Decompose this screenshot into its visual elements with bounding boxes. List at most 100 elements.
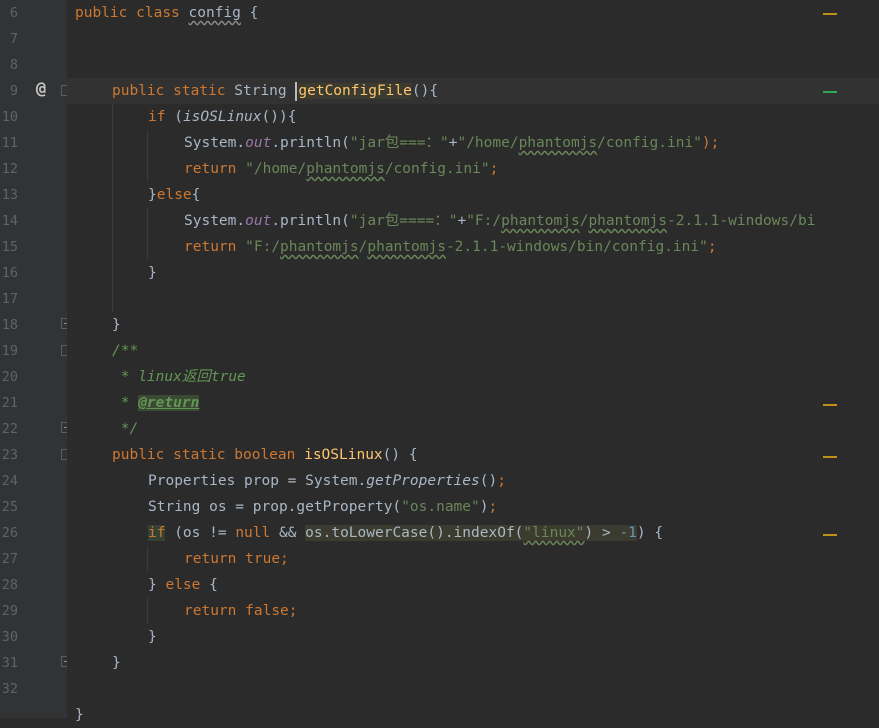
code-line[interactable]: if (os != null && os.toLowerCase().index… xyxy=(67,520,879,546)
line-number: 19 xyxy=(1,343,18,359)
line-number: 24 xyxy=(1,473,18,489)
keyword: class xyxy=(136,5,180,21)
code-line[interactable]: } else { xyxy=(67,572,879,598)
code-line[interactable]: public static boolean isOSLinux() { xyxy=(67,442,879,468)
keyword: public xyxy=(112,447,165,463)
code-line[interactable]: /** xyxy=(67,338,879,364)
string-literal: "F:/ xyxy=(466,213,502,229)
brace: { xyxy=(191,187,201,203)
code-line-current[interactable]: public static String getConfigFile(){ xyxy=(67,78,879,104)
line-number: 17 xyxy=(1,291,18,307)
code-text: System. xyxy=(184,135,246,151)
override-icon[interactable]: @ xyxy=(31,79,51,99)
brace: } xyxy=(75,707,84,723)
code-text: Properties prop = System. xyxy=(148,473,367,489)
code-line[interactable]: return "/home/phantomjs/config.ini"; xyxy=(67,156,879,182)
method-call: isOSLinux xyxy=(182,109,262,125)
doc-comment: */ xyxy=(112,421,139,437)
code-area[interactable]: public class config { public static Stri… xyxy=(67,0,879,723)
line-number: 25 xyxy=(1,499,18,515)
line-number: 29 xyxy=(1,603,18,619)
string-literal: phantomjs xyxy=(280,239,359,255)
code-line[interactable]: }else{ xyxy=(67,182,879,208)
keyword: if xyxy=(148,525,166,541)
code-text: (os != xyxy=(165,525,236,541)
code-line[interactable]: System.out.println("jar包===："+"/home/pha… xyxy=(67,130,879,156)
static-field: out xyxy=(245,135,272,151)
line-number: 28 xyxy=(1,577,18,593)
code-text: (){ xyxy=(411,83,439,99)
class-name: config xyxy=(188,5,241,21)
code-text: ; xyxy=(488,499,498,515)
code-line[interactable]: * @return xyxy=(67,390,879,416)
ok-marker[interactable] xyxy=(823,91,837,93)
code-line[interactable]: return "F:/phantomjs/phantomjs-2.1.1-win… xyxy=(67,234,879,260)
code-line[interactable]: System.out.println("jar包====："+"F:/phant… xyxy=(67,208,879,234)
code-line[interactable]: } xyxy=(67,702,879,723)
code-line[interactable]: */ xyxy=(67,416,879,442)
code-text: ; xyxy=(497,473,506,489)
string-literal: phantomjs xyxy=(518,135,598,151)
line-number: 20 xyxy=(1,369,18,385)
warning-marker[interactable] xyxy=(823,404,837,406)
line-number: 9 xyxy=(9,83,18,99)
line-number: 13 xyxy=(1,187,18,203)
keyword: true xyxy=(245,551,281,567)
code-line[interactable]: } xyxy=(67,260,879,286)
brace: } xyxy=(112,655,121,671)
line-number: 11 xyxy=(1,135,18,151)
string-literal: "linux" xyxy=(523,525,585,541)
line-number: 26 xyxy=(1,525,18,541)
string-literal: "os.name" xyxy=(401,499,480,515)
line-number: 8 xyxy=(9,57,18,73)
static-field: out xyxy=(245,213,272,229)
code-text: () { xyxy=(382,447,418,463)
method-name: isOSLinux xyxy=(304,447,383,463)
line-number: 7 xyxy=(9,31,18,47)
keyword: static xyxy=(173,83,226,99)
line-number: 18 xyxy=(1,317,18,333)
code-text: .println( xyxy=(271,135,350,151)
code-text: System. xyxy=(184,213,246,229)
string-literal: -2.1.1-windows/bin/config.ini" xyxy=(445,239,708,255)
string-literal: "jar包===：" xyxy=(349,135,449,151)
code-line[interactable]: * linux返回true xyxy=(67,364,879,390)
keyword: else xyxy=(156,187,192,203)
line-number: 21 xyxy=(1,395,18,411)
string-literal: -2.1.1-windows/bi xyxy=(667,213,816,229)
string-literal: phantomjs xyxy=(501,213,580,229)
line-number: 31 xyxy=(1,655,18,671)
code-line[interactable]: return false; xyxy=(67,598,879,624)
string-literal: "F:/ xyxy=(245,239,281,255)
code-line[interactable]: } xyxy=(67,650,879,676)
warning-marker[interactable] xyxy=(823,13,837,15)
string-literal: phantomjs xyxy=(306,161,385,177)
code-line[interactable]: public class config { xyxy=(67,0,879,26)
code-line[interactable]: Properties prop = System.getProperties()… xyxy=(67,468,879,494)
method-call: getProperties xyxy=(366,473,480,489)
code-text: ; xyxy=(489,161,499,177)
code-editor[interactable]: 6 7 8 9 10 11 12 13 14 15 16 17 18 19 20… xyxy=(0,0,879,723)
line-number: 30 xyxy=(1,629,18,645)
code-line[interactable]: if (isOSLinux()){ xyxy=(67,104,879,130)
doc-comment: * xyxy=(112,395,139,411)
brace: } xyxy=(148,629,157,645)
keyword: if xyxy=(148,109,166,125)
keyword: null xyxy=(235,525,271,541)
number-literal: -1 xyxy=(619,525,637,541)
code-line[interactable]: } xyxy=(67,312,879,338)
code-text: ; xyxy=(288,603,298,619)
line-number: 16 xyxy=(1,265,18,281)
code-text: + xyxy=(457,213,467,229)
warning-marker[interactable] xyxy=(823,534,837,536)
code-line[interactable]: } xyxy=(67,624,879,650)
doc-comment: linux返回 xyxy=(138,369,211,385)
code-text: ( xyxy=(174,109,183,125)
code-line[interactable]: String os = prop.getProperty("os.name"); xyxy=(67,494,879,520)
line-number: 32 xyxy=(1,681,18,697)
warning-marker[interactable] xyxy=(823,456,837,458)
string-literal: phantomjs xyxy=(367,239,446,255)
code-line[interactable]: return true; xyxy=(67,546,879,572)
string-literal: "/home/ xyxy=(457,135,519,151)
line-number: 27 xyxy=(1,551,18,567)
